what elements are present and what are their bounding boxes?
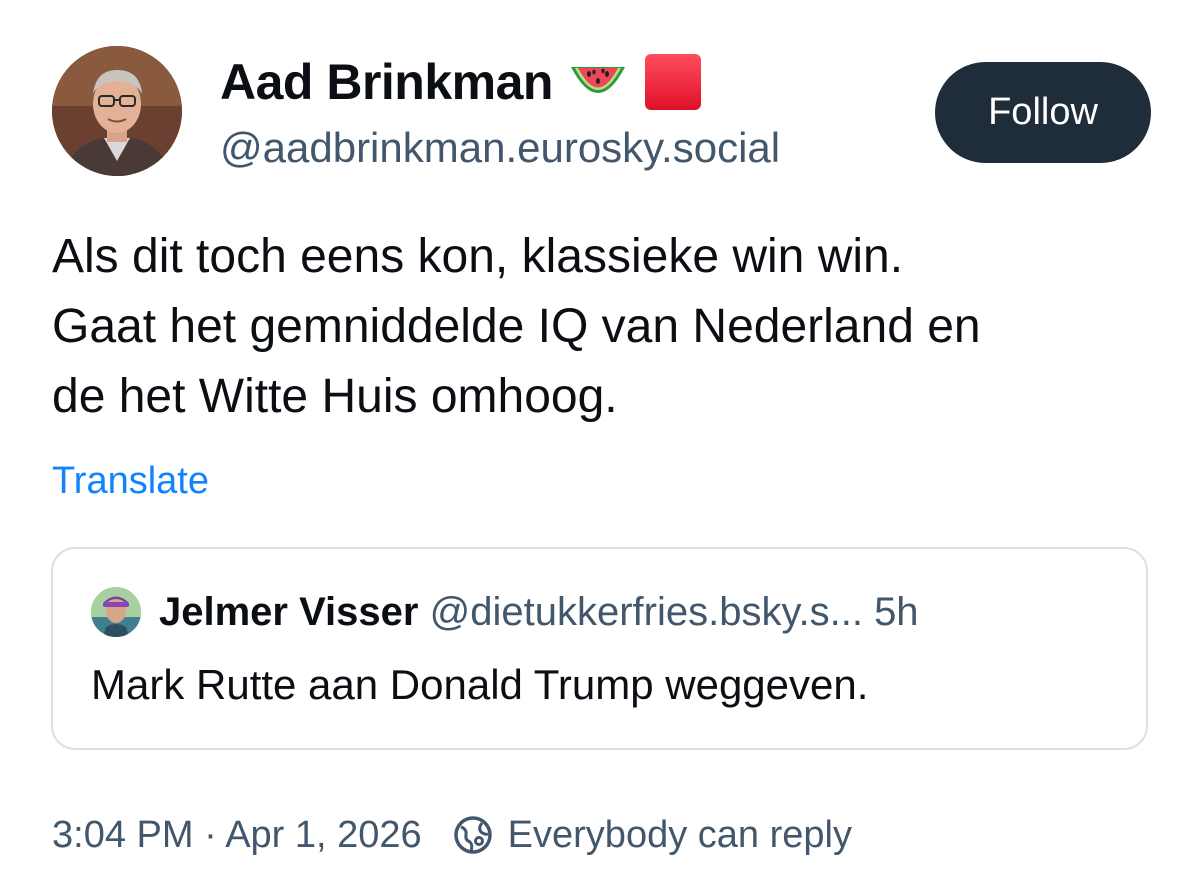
quote-text: Mark Rutte aan Donald Trump weggeven. bbox=[91, 661, 869, 708]
author-avatar[interactable] bbox=[52, 46, 182, 176]
post-footer: 3:04 PM · Apr 1, 2026 Everybody can repl… bbox=[52, 810, 852, 860]
author-handle[interactable]: @aadbrinkman.eurosky.social bbox=[220, 122, 780, 174]
reply-setting[interactable]: Everybody can reply bbox=[508, 810, 852, 860]
quote-author-name[interactable]: Jelmer Visser bbox=[159, 590, 418, 634]
globe-reply-icon bbox=[452, 814, 494, 856]
watermelon-icon bbox=[567, 57, 629, 107]
post-text-line: Gaat het gemniddelde IQ van Nederland en bbox=[52, 300, 981, 353]
red-square-icon bbox=[643, 52, 703, 112]
post-text: Als dit toch eens kon, klassieke win win… bbox=[52, 222, 1162, 432]
post-text-line: Als dit toch eens kon, klassieke win win… bbox=[52, 230, 904, 283]
post-timestamp: 3:04 PM · Apr 1, 2026 bbox=[52, 814, 422, 856]
quote-author-avatar[interactable] bbox=[91, 587, 141, 637]
quote-author-handle[interactable]: @dietukkerfries.bsky.s... bbox=[430, 590, 863, 634]
follow-button[interactable]: Follow bbox=[935, 62, 1151, 163]
post-text-line: de het Witte Huis omhoog. bbox=[52, 370, 618, 423]
author-display-name[interactable]: Aad Brinkman bbox=[220, 52, 703, 112]
author-name-text: Aad Brinkman bbox=[220, 54, 553, 110]
quote-avatar-photo bbox=[91, 587, 141, 637]
quote-header: Jelmer Visser @dietukkerfries.bsky.s... … bbox=[159, 587, 919, 637]
translate-link[interactable]: Translate bbox=[52, 458, 209, 504]
post-detail: Aad Brinkman @aadbrinkman.eurosky.social… bbox=[0, 0, 1200, 896]
avatar-photo bbox=[52, 46, 182, 176]
quoted-post-card[interactable]: Jelmer Visser @dietukkerfries.bsky.s... … bbox=[51, 547, 1148, 750]
quote-timestamp: 5h bbox=[874, 590, 919, 634]
